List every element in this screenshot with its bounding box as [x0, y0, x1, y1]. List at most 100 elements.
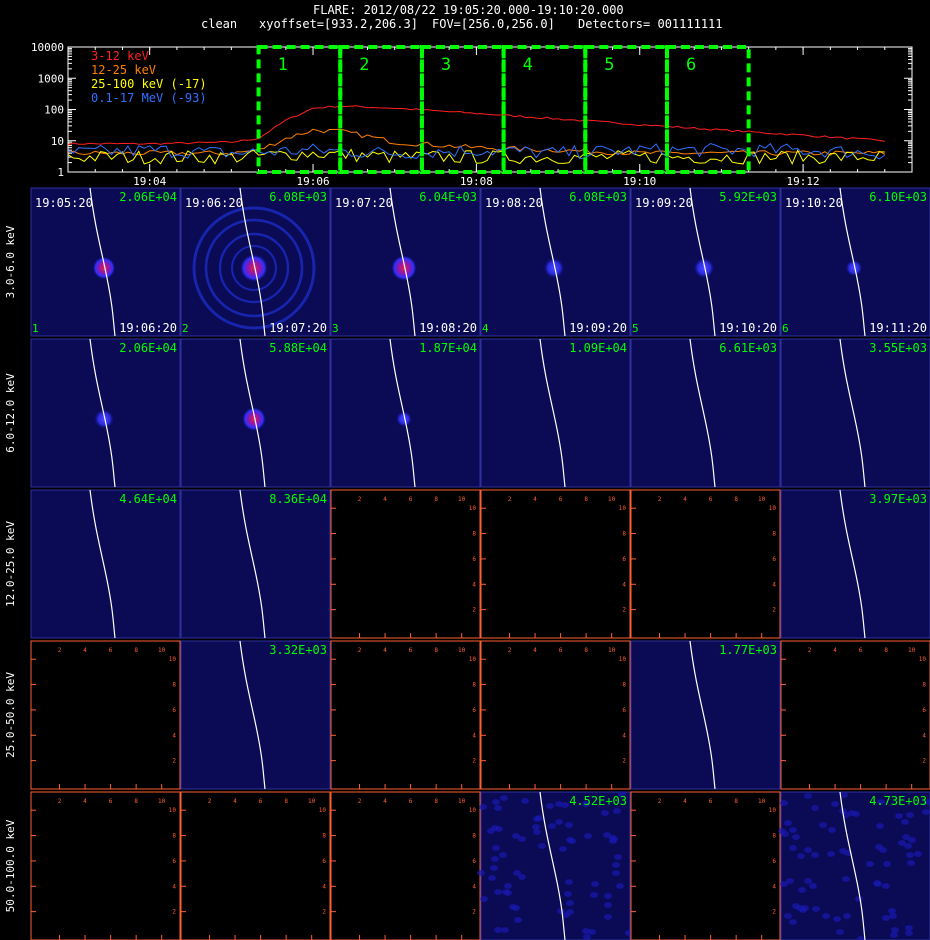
noise-blob [792, 903, 800, 909]
image-max-label: 6.08E+03 [569, 190, 627, 204]
axis-tick-label: 8 [322, 833, 326, 840]
noise-blob [583, 934, 591, 940]
axis-tick-label: 2 [622, 607, 626, 614]
noise-blob [514, 917, 522, 923]
axis-tick-label: 4 [233, 798, 237, 805]
axis-tick-label: 10 [308, 798, 316, 805]
axis-tick-label: 2 [508, 496, 512, 503]
axis-tick-label: 4 [83, 647, 87, 654]
axis-tick-label: 6 [172, 858, 176, 865]
noise-blob [512, 833, 520, 839]
noise-blob [839, 848, 847, 854]
image-background [780, 338, 930, 488]
image-panel: 1.87E+04 [330, 338, 481, 488]
interval-number-label: 3 [332, 322, 339, 335]
energy-band-label: 25.0-50.0 keV [4, 672, 17, 758]
axis-tick-label: 6 [922, 707, 926, 714]
energy-band-label: 6.0-12.0 keV [4, 373, 17, 453]
image-max-label: 6.10E+03 [869, 190, 927, 204]
noise-blob [833, 916, 841, 922]
axis-tick-label: 4 [383, 647, 387, 654]
empty-panel-frame [330, 791, 481, 940]
source-emission [693, 257, 715, 279]
axis-tick-label: 8 [434, 798, 438, 805]
axis-tick-label: 10 [169, 807, 177, 814]
noise-blob [906, 852, 914, 858]
noise-blob [591, 881, 599, 887]
axis-tick-label: 2 [208, 798, 212, 805]
start-time-label: 19:07:20 [335, 196, 393, 210]
noise-blob [789, 919, 797, 925]
axis-tick-label: 2 [658, 496, 662, 503]
start-time-label: 19:08:20 [485, 196, 543, 210]
noise-blob [882, 915, 890, 921]
energy-band-label: 3.0-6.0 keV [4, 225, 17, 298]
image-max-label: 3.97E+03 [869, 492, 927, 506]
noise-blob [781, 831, 789, 837]
image-panel: 6.08E+03 19:06:20 19:07:20 2 [180, 187, 331, 337]
noise-blob [500, 795, 508, 801]
interval-number-label: 1 [32, 322, 39, 335]
noise-blob [898, 840, 906, 846]
noise-blob [889, 913, 897, 919]
image-panel: 3.32E+03 [180, 640, 331, 790]
noise-blob [907, 860, 915, 866]
image-panel: 6.61E+03 [630, 338, 781, 488]
noise-blob [804, 793, 812, 799]
noise-blob [584, 833, 592, 839]
plot-header: FLARE: 2012/08/22 19:05:20.000-19:10:20.… [0, 0, 930, 40]
noise-blob [855, 896, 863, 902]
noise-blob [492, 799, 500, 805]
flare-title: FLARE: 2012/08/22 19:05:20.000-19:10:20.… [313, 3, 624, 17]
noise-blob [811, 852, 819, 858]
end-time-label: 19:06:20 [119, 321, 177, 335]
empty-panel-frame [630, 791, 781, 940]
image-panel: 2 2 4 4 6 6 8 8 1010 [330, 791, 481, 940]
lightcurve-chart: 10000100010010119:04 19:06 19:08 19:10 19:12… [31, 41, 913, 188]
axis-tick-label: 6 [472, 556, 476, 563]
noise-blob [479, 804, 487, 810]
axis-tick-label: 10 [169, 656, 177, 663]
axis-tick-label: 4 [472, 581, 476, 588]
image-panel: 5.88E+04 [180, 338, 331, 488]
image-max-label: 1.09E+04 [569, 341, 627, 355]
empty-panel-frame [630, 489, 781, 639]
axis-tick-label: 2 [772, 607, 776, 614]
noise-blob [538, 843, 546, 849]
y-tick-label: 10000 [31, 41, 64, 54]
axis-tick-label: 10 [758, 798, 766, 805]
noise-blob [852, 811, 860, 817]
empty-panel-frame [780, 640, 930, 790]
interval-label: 2 [359, 55, 369, 75]
axis-tick-label: 2 [808, 647, 812, 654]
image-panel: 2 2 4 4 6 6 8 8 1010 [780, 640, 930, 790]
axis-tick-label: 8 [172, 833, 176, 840]
axis-tick-label: 10 [619, 656, 627, 663]
axis-tick-label: 6 [259, 798, 263, 805]
image-max-label: 4.52E+03 [569, 794, 627, 808]
axis-tick-label: 6 [559, 496, 563, 503]
source-emission [543, 257, 565, 279]
noise-blob [492, 845, 500, 851]
axis-tick-label: 8 [622, 682, 626, 689]
axis-tick-label: 2 [772, 909, 776, 916]
interval-number-label: 2 [182, 322, 189, 335]
end-time-label: 19:11:20 [869, 321, 927, 335]
image-panel: 1.09E+04 [480, 338, 631, 488]
axis-tick-label: 8 [584, 647, 588, 654]
image-max-label: 4.64E+04 [119, 492, 177, 506]
image-panel: 6.08E+03 19:08:20 19:09:20 4 [480, 187, 631, 337]
noise-blob [883, 861, 891, 867]
noise-blob [499, 852, 507, 858]
axis-tick-label: 10 [608, 496, 616, 503]
noise-blob [502, 889, 510, 895]
noise-blob [906, 812, 914, 818]
end-time-label: 19:07:20 [269, 321, 327, 335]
noise-blob [494, 927, 502, 933]
axis-tick-label: 6 [409, 496, 413, 503]
interval-box [583, 45, 669, 174]
noise-blob [843, 913, 851, 919]
series-line [67, 148, 885, 166]
noise-blob [905, 930, 913, 936]
axis-tick-label: 2 [508, 647, 512, 654]
